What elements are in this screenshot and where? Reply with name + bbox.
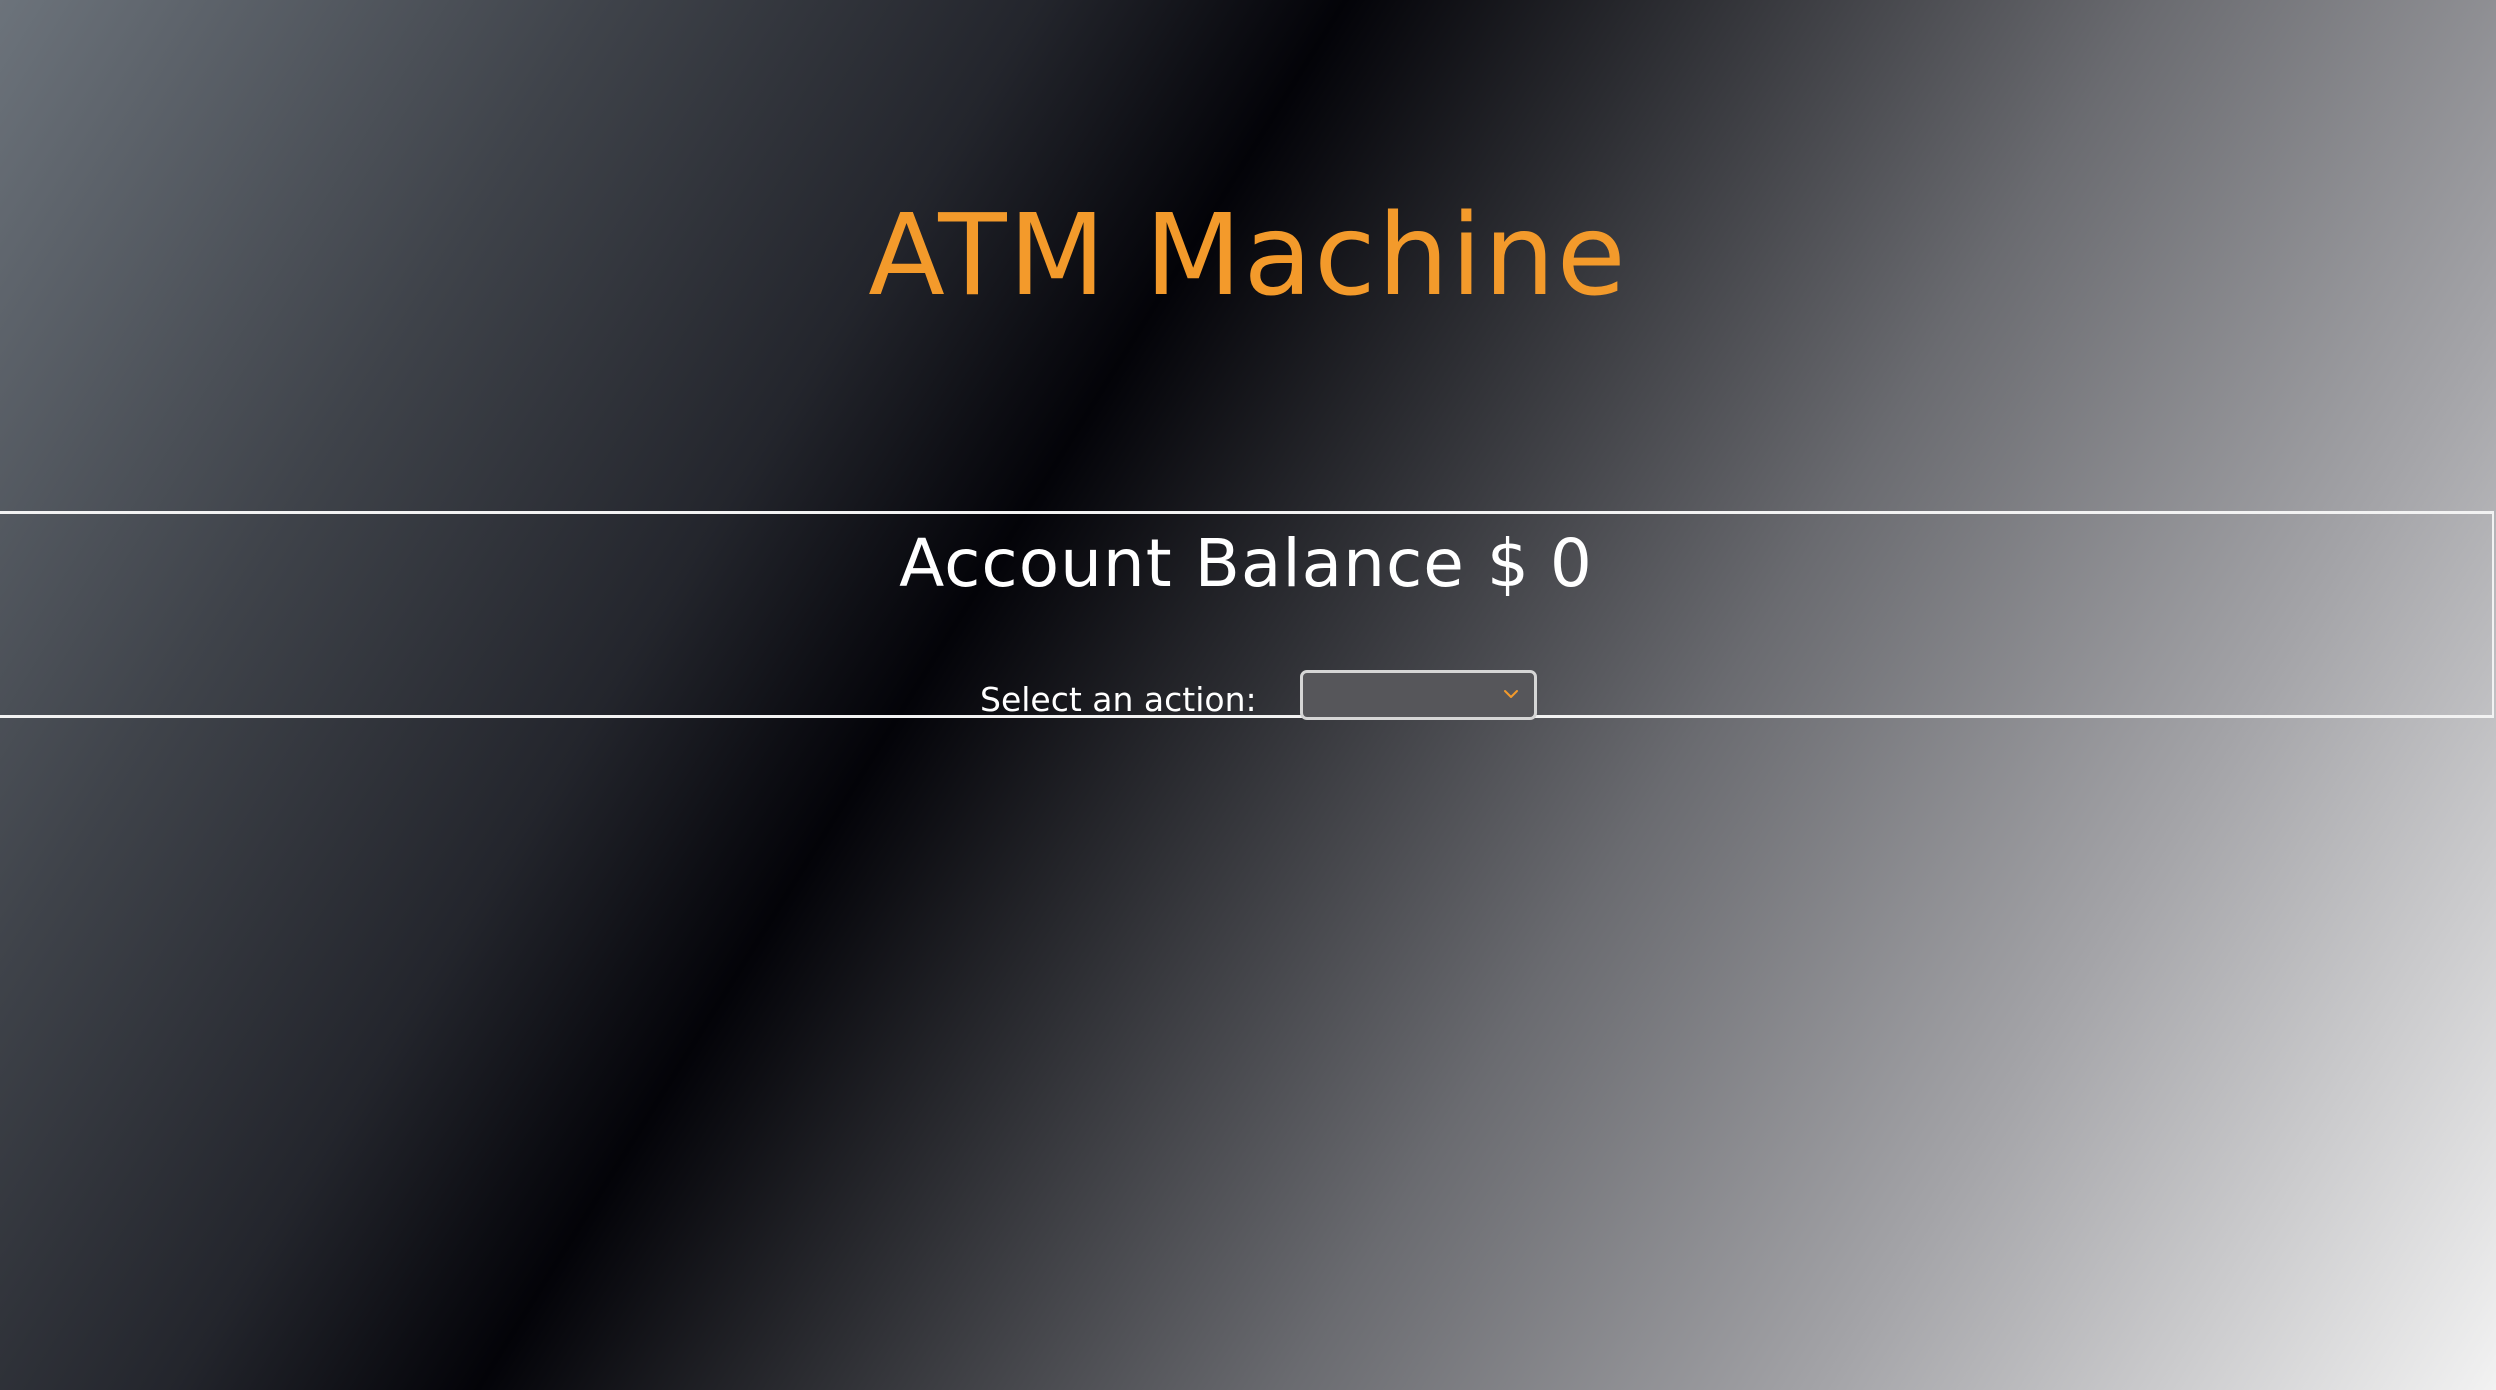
- action-select[interactable]: [1300, 670, 1537, 720]
- account-panel: Account Balance $0 Select an action:: [0, 511, 2494, 720]
- balance-amount: 0: [1549, 525, 1593, 602]
- page-title: ATM Machine: [868, 191, 1628, 321]
- balance-label: Account Balance $: [899, 525, 1530, 602]
- chevron-down-icon: [1504, 690, 1518, 698]
- account-balance: Account Balance $0: [0, 524, 2492, 604]
- action-row: Select an action:: [0, 670, 2492, 722]
- action-select-label: Select an action:: [980, 680, 1257, 719]
